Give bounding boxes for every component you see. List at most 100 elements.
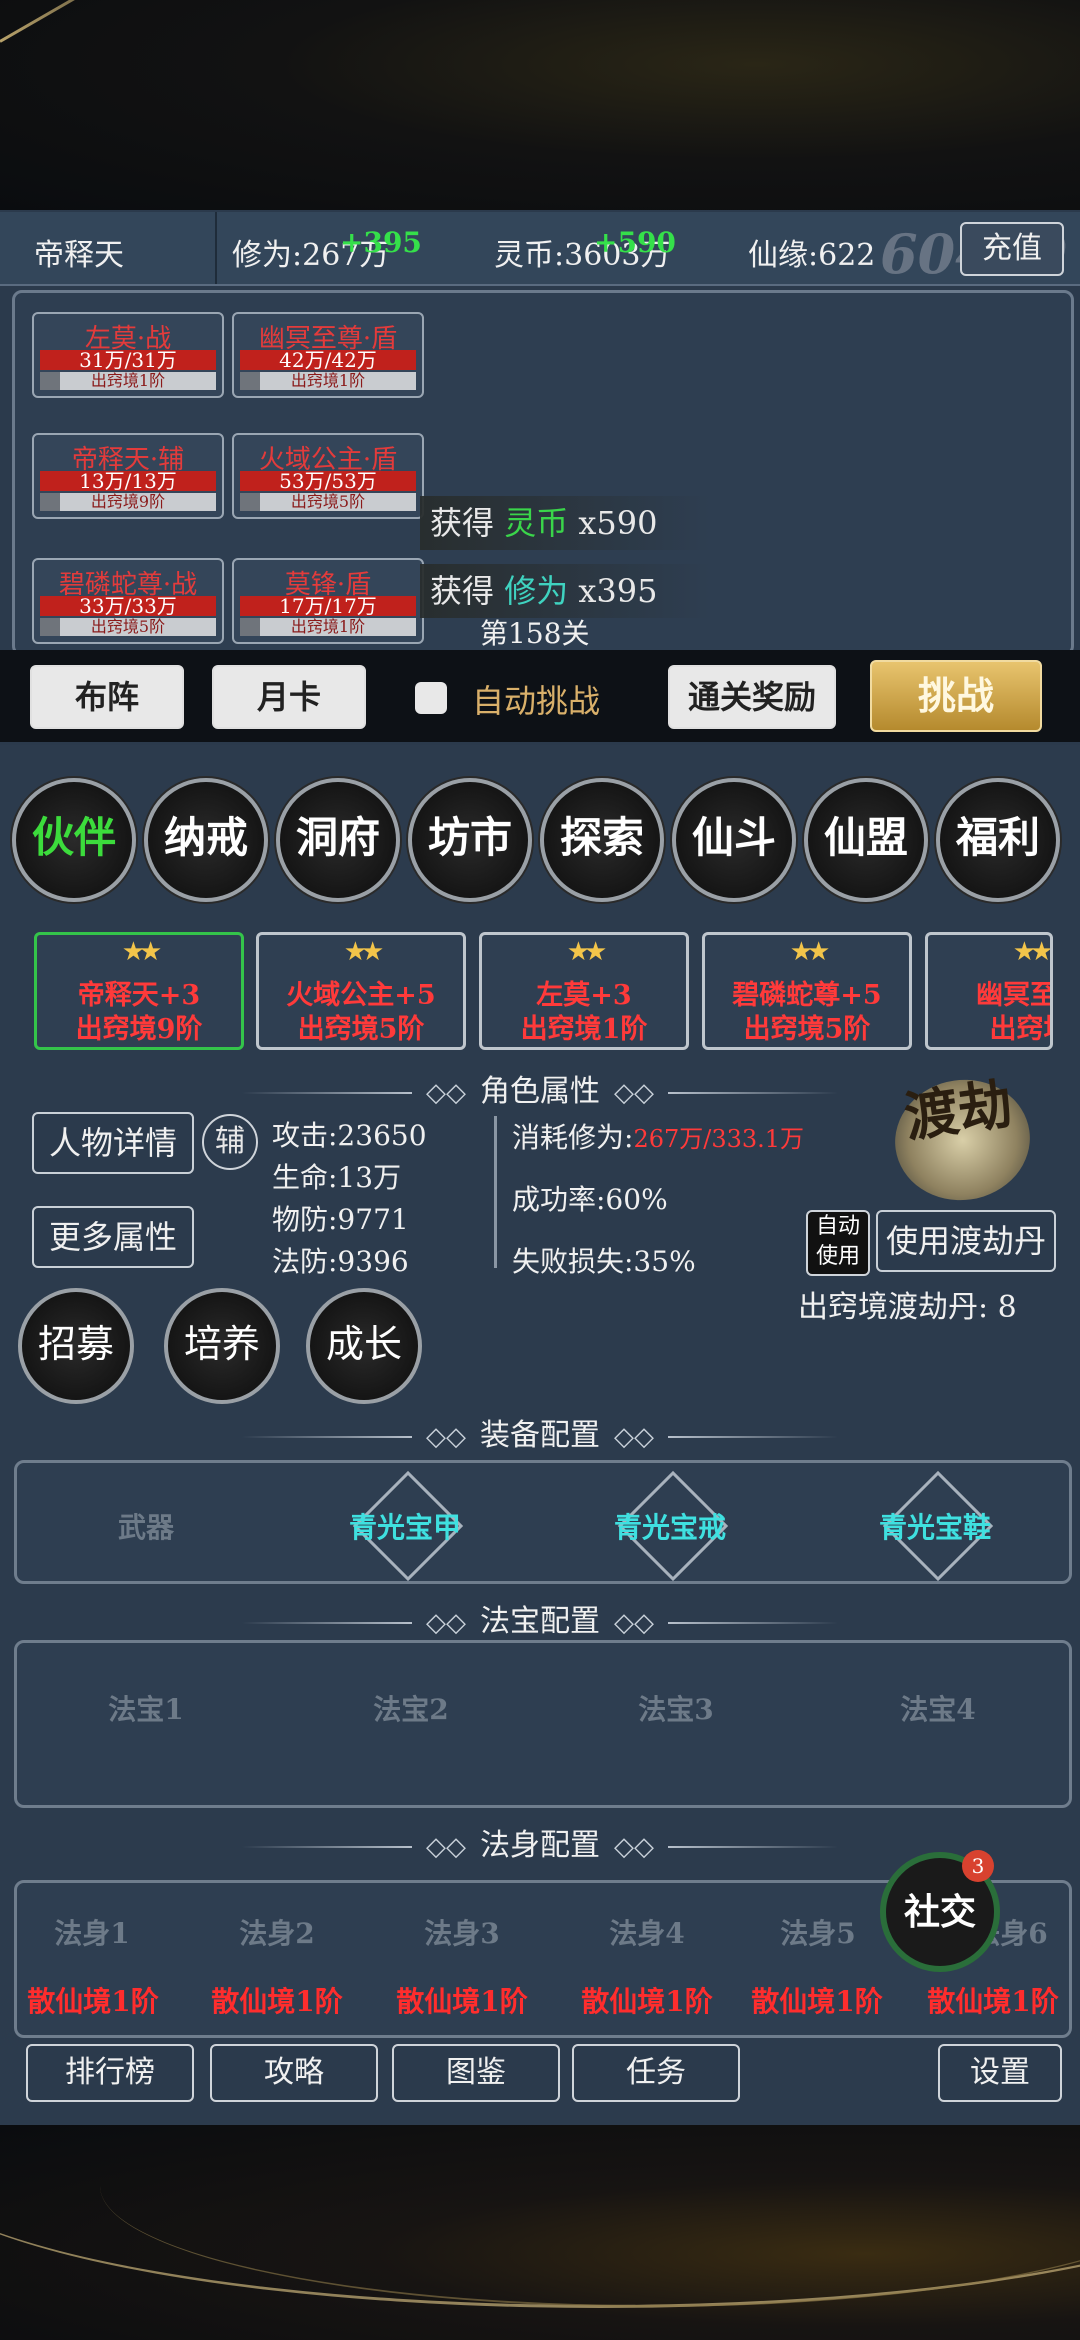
monthly-card-button[interactable]: 月卡: [212, 665, 366, 729]
auto-challenge-label[interactable]: 自动挑战: [472, 676, 600, 722]
partner-card[interactable]: ★★ 火域公主+5 出窍境5阶: [256, 932, 466, 1050]
attack-stat: 攻击:23650: [272, 1119, 427, 1152]
recruit-button[interactable]: 招募: [18, 1288, 134, 1404]
battle-unit[interactable]: 帝释天·辅 13万/13万 出窍境9阶: [32, 433, 224, 519]
dharma-slot-rank: 散仙境1阶: [581, 1985, 713, 2018]
more-attributes-button[interactable]: 更多属性: [32, 1206, 194, 1268]
guide-button[interactable]: 攻略: [210, 2044, 378, 2102]
reward-toast: 获得 灵币 x590: [420, 496, 710, 550]
equipment-header: ◇◇ 装备配置 ◇◇: [0, 1410, 1080, 1454]
dharma-slot-name[interactable]: 法身4: [597, 1912, 697, 1952]
star-icon: ★★: [789, 937, 831, 967]
unit-hp-bar: 53万/53万: [240, 471, 416, 491]
auto-use-toggle[interactable]: 自动使用: [806, 1210, 870, 1276]
unit-rank: 出窍境1阶: [240, 372, 416, 390]
reward-item: 修为: [504, 572, 569, 610]
partner-rank: 出窍境5阶: [743, 1014, 871, 1045]
battle-unit[interactable]: 幽冥至尊·盾 42万/42万 出窍境1阶: [232, 312, 424, 398]
menu-welfare[interactable]: 福利: [936, 778, 1060, 902]
menu-arena[interactable]: 仙斗: [672, 778, 796, 902]
character-details-button[interactable]: 人物详情: [32, 1112, 194, 1174]
pill-count: 出窍境渡劫丹: 8: [798, 1290, 1017, 1325]
clear-reward-button[interactable]: 通关奖励: [668, 665, 836, 729]
fate-value: 仙缘:622: [748, 238, 876, 273]
unit-rank: 出窍境5阶: [40, 618, 216, 636]
treasure-header: ◇◇ 法宝配置 ◇◇: [0, 1596, 1080, 1640]
menu-alliance[interactable]: 仙盟: [804, 778, 928, 902]
formation-button[interactable]: 布阵: [30, 665, 184, 729]
leaderboard-button[interactable]: 排行榜: [26, 2044, 194, 2102]
partner-card[interactable]: ★★ 幽冥至尊 出窍境: [925, 932, 1053, 1050]
use-pill-button[interactable]: 使用渡劫丹: [876, 1210, 1056, 1272]
challenge-button[interactable]: 挑战: [870, 660, 1042, 732]
treasure-slot[interactable]: 法宝2: [361, 1688, 461, 1728]
menu-market[interactable]: 坊市: [408, 778, 532, 902]
resource-bar: 帝释天 修为:267万 +395 灵币:3603万 +590 仙缘:622 60…: [0, 212, 1080, 286]
fail-loss: 失败损失:35%: [512, 1245, 696, 1278]
auto-challenge-checkbox[interactable]: [415, 682, 447, 714]
partner-rank: 出窍境1阶: [520, 1014, 648, 1045]
stage-number: 第158关: [480, 617, 590, 650]
partner-rank: 出窍境5阶: [297, 1014, 425, 1045]
equipment-slot-armor[interactable]: 青光宝甲: [330, 1506, 480, 1546]
equipment-slot-weapon[interactable]: 武器: [96, 1506, 196, 1546]
dharma-slot-rank: 散仙境1阶: [396, 1985, 528, 2018]
unit-hp-bar: 17万/17万: [240, 596, 416, 616]
player-name: 帝释天: [34, 238, 124, 273]
recharge-button[interactable]: 充值: [960, 222, 1064, 276]
cultivation-cost: 消耗修为:267万/333.1万: [512, 1121, 805, 1154]
star-icon: ★★: [566, 937, 608, 967]
dharma-slot-rank: 散仙境1阶: [927, 1985, 1059, 2018]
battle-unit[interactable]: 莫锋·盾 17万/17万 出窍境1阶: [232, 558, 424, 644]
unit-rank: 出窍境1阶: [40, 372, 216, 390]
tasks-button[interactable]: 任务: [572, 2044, 740, 2102]
reward-toast: 获得 修为 x395: [420, 564, 710, 618]
success-rate: 成功率:60%: [512, 1183, 668, 1216]
menu-cave[interactable]: 洞府: [276, 778, 400, 902]
menu-explore[interactable]: 探索: [540, 778, 664, 902]
treasure-slot[interactable]: 法宝1: [96, 1688, 196, 1728]
codex-button[interactable]: 图鉴: [392, 2044, 560, 2102]
cultivation-gain: +395: [340, 226, 422, 259]
unit-rank: 出窍境1阶: [240, 618, 416, 636]
star-icon: ★★: [343, 937, 385, 967]
settings-button[interactable]: 设置: [938, 2044, 1062, 2102]
battle-unit[interactable]: 左莫·战 31万/31万 出窍境1阶: [32, 312, 224, 398]
dharma-slot-rank: 散仙境1阶: [27, 1985, 159, 2018]
top-background: [0, 0, 1080, 215]
unit-hp-bar: 31万/31万: [40, 350, 216, 370]
coin-gain: +590: [594, 226, 676, 259]
menu-ring[interactable]: 纳戒: [144, 778, 268, 902]
partner-card[interactable]: ★★ 碧磷蛇尊+5 出窍境5阶: [702, 932, 912, 1050]
unit-hp-bar: 13万/13万: [40, 471, 216, 491]
dharma-slot-name[interactable]: 法身3: [412, 1912, 512, 1952]
unit-rank: 出窍境9阶: [40, 493, 216, 511]
menu-partner[interactable]: 伙伴: [12, 778, 136, 902]
growth-button[interactable]: 成长: [306, 1288, 422, 1404]
battle-unit[interactable]: 碧磷蛇尊·战 33万/33万 出窍境5阶: [32, 558, 224, 644]
partner-rank: 出窍境: [989, 1014, 1051, 1045]
divider: [494, 1116, 497, 1268]
unit-rank: 出窍境5阶: [240, 493, 416, 511]
treasure-slot[interactable]: 法宝3: [626, 1688, 726, 1728]
star-icon: ★★: [121, 937, 163, 967]
equipment-slot-boots[interactable]: 青光宝鞋: [860, 1506, 1010, 1546]
battle-unit[interactable]: 火域公主·盾 53万/53万 出窍境5阶: [232, 433, 424, 519]
dharma-slot-name[interactable]: 法身1: [42, 1912, 142, 1952]
partner-rank: 出窍境9阶: [75, 1014, 203, 1045]
dharma-slot-rank: 散仙境1阶: [751, 1985, 883, 2018]
reward-item: 灵币: [504, 504, 569, 542]
unit-hp-bar: 33万/33万: [40, 596, 216, 616]
physical-defense-stat: 物防:9771: [272, 1203, 409, 1236]
equipment-slot-ring[interactable]: 青光宝戒: [595, 1506, 745, 1546]
bottom-background: [0, 2125, 1080, 2340]
treasure-slot[interactable]: 法宝4: [888, 1688, 988, 1728]
partner-card[interactable]: ★★ 帝释天+3 出窍境9阶: [34, 932, 244, 1050]
train-button[interactable]: 培养: [164, 1288, 280, 1404]
dharma-slot-name[interactable]: 法身5: [768, 1912, 868, 1952]
partner-card[interactable]: ★★ 左莫+3 出窍境1阶: [479, 932, 689, 1050]
dharma-slot-rank: 散仙境1阶: [211, 1985, 343, 2018]
notification-badge: 3: [962, 1850, 994, 1882]
dharma-slot-name[interactable]: 法身2: [227, 1912, 327, 1952]
unit-hp-bar: 42万/42万: [240, 350, 416, 370]
